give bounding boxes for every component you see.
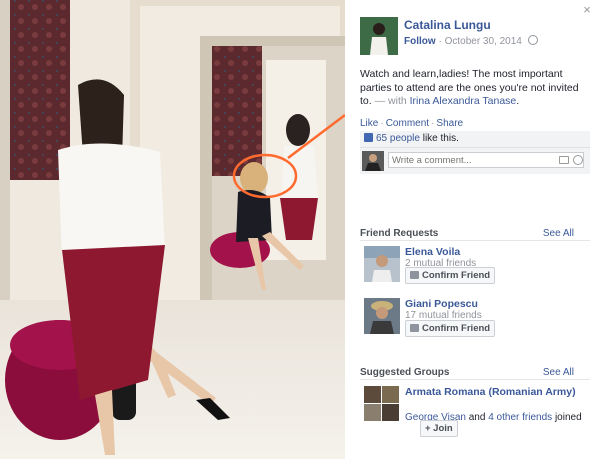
post-meta: Follow · October 30, 2014 <box>404 35 538 47</box>
smiley-icon[interactable] <box>573 155 583 165</box>
suggested-group-item: Armata Romana (Romanian Army) George Vis… <box>360 384 590 438</box>
photo-viewer: × Catalina Lungu Follow · October 30, 20… <box>0 0 600 459</box>
post-text: Watch and learn,ladies! The most importa… <box>360 68 590 109</box>
post-sidebar: × Catalina Lungu Follow · October 30, 20… <box>345 0 600 459</box>
other-friends-link[interactable]: 4 other friends <box>488 412 552 423</box>
likes-summary: 65 people like this. <box>360 131 590 147</box>
share-link[interactable]: Share <box>436 118 463 129</box>
suggested-groups-title: Suggested Groups <box>360 367 450 378</box>
confirm-friend-button[interactable]: Confirm Friend <box>405 320 496 337</box>
author-name[interactable]: Catalina Lungu <box>404 18 491 32</box>
with-label: — with <box>374 95 407 107</box>
status-period: . <box>516 95 520 107</box>
add-friend-icon <box>410 324 419 332</box>
friend-requests-see-all[interactable]: See All <box>543 228 574 239</box>
friend-name-link[interactable]: Elena Voila <box>405 246 460 258</box>
confirm-friend-label: Confirm Friend <box>422 323 491 334</box>
confirm-friend-button[interactable]: Confirm Friend <box>405 267 496 284</box>
comment-input[interactable] <box>388 152 584 168</box>
camera-icon[interactable] <box>559 156 569 164</box>
globe-icon[interactable] <box>527 35 538 45</box>
comment-link[interactable]: Comment <box>386 118 429 129</box>
group-name-link[interactable]: Armata Romana (Romanian Army) <box>405 386 590 399</box>
post-header: Catalina Lungu Follow · October 30, 2014 <box>360 16 590 56</box>
post-actions: Like · Comment · Share <box>360 118 463 129</box>
author-avatar[interactable] <box>360 17 398 55</box>
thumbs-up-icon <box>364 133 373 142</box>
photo[interactable] <box>0 0 345 459</box>
join-group-button[interactable]: + Join <box>420 420 458 437</box>
likes-suffix: like this. <box>422 133 459 144</box>
friend-requests-title: Friend Requests <box>360 228 439 239</box>
photo-image <box>0 0 345 459</box>
tagged-friend-link[interactable]: Irina Alexandra Tanase <box>410 95 517 107</box>
close-icon[interactable]: × <box>580 3 594 17</box>
friend-request-item: Giani Popescu 17 mutual friends Confirm … <box>360 298 590 340</box>
likes-count-link[interactable]: 65 people <box>376 133 420 144</box>
confirm-friend-label: Confirm Friend <box>422 270 491 281</box>
add-friend-icon <box>410 271 419 279</box>
join-label: + Join <box>425 423 453 434</box>
suggested-groups-see-all[interactable]: See All <box>543 367 574 378</box>
meta-separator: · <box>438 36 442 47</box>
group-avatar[interactable] <box>364 386 399 421</box>
friend-request-item: Elena Voila 2 mutual friends Confirm Fri… <box>360 246 590 288</box>
friend-name-link[interactable]: Giani Popescu <box>405 298 478 310</box>
divider <box>360 240 590 241</box>
follow-link[interactable]: Follow <box>404 36 436 47</box>
members-joined: joined <box>554 412 582 423</box>
like-link[interactable]: Like <box>360 118 378 129</box>
divider <box>360 379 590 380</box>
action-separator: · <box>380 118 384 129</box>
members-and: and <box>468 412 486 423</box>
comment-composer <box>360 147 590 174</box>
friend-avatar[interactable] <box>364 298 400 334</box>
friend-avatar[interactable] <box>364 246 400 282</box>
viewer-avatar <box>362 151 384 171</box>
post-date[interactable]: October 30, 2014 <box>445 36 522 47</box>
